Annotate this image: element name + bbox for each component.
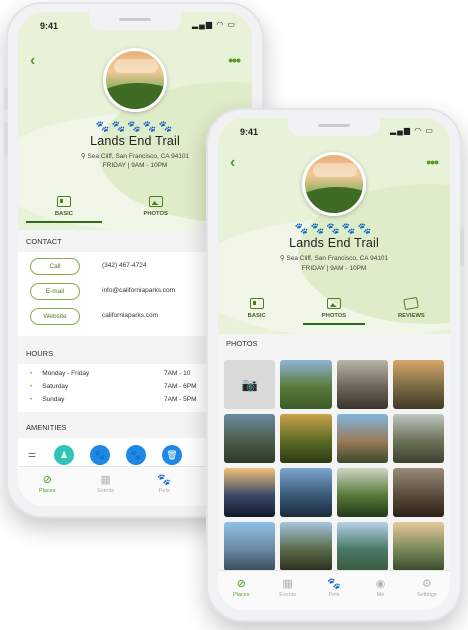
paw-empty-icon: 🐾 [158,121,175,133]
compass-icon: ⊘ [42,474,52,486]
notch [89,12,181,30]
back-arrow-icon[interactable]: ‹ [230,154,235,172]
place-avatar [302,152,366,216]
notch [288,118,380,136]
tab-photos[interactable]: PHOTOS [295,298,372,325]
nav-settings[interactable]: ⚙ Settings [404,571,450,610]
phone-front: 9:41 ▂▄▆ ◠ ▭ ‹ ••• 🐾🐾🐾🐾🐾 Lands End Trail… [206,108,464,622]
paw-empty-icon: 🐾 [357,223,374,235]
nav-events[interactable]: ▦ Events [264,571,310,610]
website-url: californiaparks.com [102,312,158,319]
photo-thumbnail[interactable] [224,414,276,463]
bottom-nav: ⊘ Places ▦ Events 🐾 Pets ◉ Me ⚙ Settings [218,570,450,610]
paw-icon: 🐾 [157,474,172,486]
photo-thumbnail[interactable] [224,468,276,517]
photo-thumbnail[interactable] [224,522,276,571]
email-address: info@californiaparks.com [102,287,176,294]
tab-reviews[interactable]: REVIEWS [373,296,450,319]
place-avatar [103,48,167,112]
photo-thumbnail[interactable] [336,522,388,571]
edit-icon [403,296,420,311]
paw-icon: 🐾🐾🐾🐾 [95,121,159,133]
photo-thumbnail[interactable] [280,414,332,463]
calendar-icon: ▦ [100,474,111,486]
tab-basic[interactable]: BASIC [218,298,295,319]
active-tab-indicator [303,322,365,325]
place-address: ⚲ Sea Cliff, San Francisco, CA 94101 [279,255,389,262]
rating-paws: 🐾🐾🐾🐾🐾 [218,222,450,235]
id-card-icon [249,298,264,309]
photo-thumbnail[interactable] [392,414,444,463]
gear-icon: ⚙ [421,578,432,590]
photo-grid: 📷 [224,360,444,571]
photo-thumbnail[interactable] [280,522,332,571]
photos-heading: PHOTOS [218,334,450,354]
nav-me[interactable]: ◉Me [357,571,403,610]
nav-places[interactable]: ⊘ Places [218,571,264,610]
photo-thumbnail[interactable] [280,360,332,409]
paw-icon: 🐾🐾🐾🐾 [294,223,358,235]
tab-basic[interactable]: BASIC [18,196,110,223]
call-button[interactable]: Call [30,258,80,275]
amenity-person-icon[interactable]: ♟ [54,445,74,465]
id-card-icon [56,196,71,207]
photo-thumbnail[interactable] [280,468,332,517]
photo-thumbnail[interactable] [392,360,444,409]
side-button [460,228,464,266]
nav-pets[interactable]: 🐾 Pets [311,571,357,610]
side-button [4,88,8,110]
filter-icon[interactable]: ⚌ [28,449,36,460]
amenity-pets-icon[interactable]: 🐾 [126,445,146,465]
more-icon[interactable]: ••• [228,52,241,68]
place-title: Lands End Trail [289,236,379,250]
photo-thumbnail[interactable] [336,468,388,517]
photo-thumbnail[interactable] [336,360,388,409]
status-icons: ▂▄▆ ◠ ▭ [192,20,236,29]
status-icons: ▂▄▆ ◠ ▭ [390,126,434,135]
amenity-trash-icon[interactable]: 🗑 [162,445,182,465]
tab-photos[interactable]: PHOTOS [110,196,202,217]
phone-number: (342) 467-4724 [102,262,147,269]
paw-icon: 🐾 [327,578,341,590]
place-hours-today: FRIDAY | 9AM - 10PM [301,265,367,272]
user-icon: ◉ [375,578,386,590]
photo-icon [326,298,341,309]
side-button [4,122,8,156]
phone-front-screen: 9:41 ▂▄▆ ◠ ▭ ‹ ••• 🐾🐾🐾🐾🐾 Lands End Trail… [218,118,450,610]
nav-pets[interactable]: 🐾 Pets [135,467,194,506]
nav-places[interactable]: ⊘ Places [18,467,77,506]
active-tab-indicator [26,220,102,223]
email-button[interactable]: E-mail [30,283,80,300]
camera-icon: 📷 [241,376,258,392]
add-photo-button[interactable]: 📷 [224,360,276,409]
photo-thumbnail[interactable] [392,468,444,517]
status-time: 9:41 [240,127,259,137]
more-icon[interactable]: ••• [426,154,439,170]
nav-events[interactable]: ▦ Events [77,467,136,506]
photo-thumbnail[interactable] [392,522,444,571]
photo-thumbnail[interactable] [336,414,388,463]
tab-bar: BASIC PHOTOS REVIEWS [218,296,450,325]
website-button[interactable]: Website [30,308,80,325]
calendar-icon: ▦ [282,578,293,590]
back-arrow-icon[interactable]: ‹ [30,52,35,70]
amenity-pets-icon[interactable]: 🐾 [90,445,110,465]
compass-icon: ⊘ [236,578,246,590]
status-time: 9:41 [40,21,59,31]
canvas: 9:41 ▂▄▆ ◠ ▭ ‹ ••• 🐾🐾🐾🐾🐾 Lands End Trail… [0,0,468,630]
photo-icon [148,196,163,207]
